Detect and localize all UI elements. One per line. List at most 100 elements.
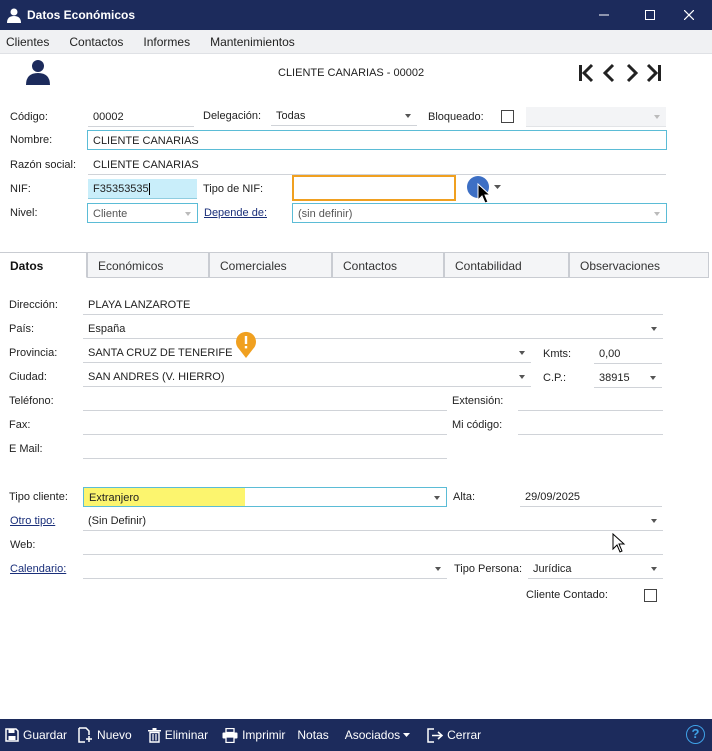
- asociados-button[interactable]: Asociados: [345, 728, 415, 742]
- nivel-label: Nivel:: [10, 207, 38, 219]
- nif-field[interactable]: F35353535: [88, 179, 197, 199]
- provincia-select[interactable]: SANTA CRUZ DE TENERIFE: [83, 343, 531, 363]
- bloqueado-label: Bloqueado:: [428, 111, 484, 123]
- cliente-contado-checkbox[interactable]: [644, 589, 657, 602]
- tipo-persona-select[interactable]: Jurídica: [528, 559, 663, 579]
- otro-tipo-label[interactable]: Otro tipo:: [10, 515, 55, 527]
- guardar-button[interactable]: Guardar: [5, 728, 67, 742]
- mi-codigo-field[interactable]: [518, 415, 663, 435]
- warning-icon: [236, 331, 256, 358]
- provincia-label: Provincia:: [9, 347, 58, 359]
- calendario-label[interactable]: Calendario:: [10, 563, 66, 575]
- telefono-field[interactable]: [83, 391, 447, 411]
- depende-label[interactable]: Depende de:: [204, 207, 267, 219]
- mouse-pointer-icon: [612, 533, 626, 553]
- mouse-pointer-icon: [477, 183, 491, 204]
- razon-social-field[interactable]: CLIENTE CANARIAS: [88, 155, 666, 175]
- next-record-icon[interactable]: [622, 62, 642, 84]
- last-record-icon[interactable]: [644, 62, 664, 84]
- tab-datos[interactable]: Datos: [0, 252, 87, 278]
- bloqueado-checkbox[interactable]: [501, 110, 514, 123]
- close-window-button[interactable]: [666, 0, 712, 30]
- delegacion-select[interactable]: Todas: [271, 106, 417, 126]
- record-title: CLIENTE CANARIAS - 00002: [278, 67, 425, 79]
- cp-label: C.P.:: [543, 372, 567, 384]
- tab-contabilidad[interactable]: Contabilidad: [444, 252, 569, 278]
- pais-select[interactable]: España: [83, 319, 663, 339]
- first-record-icon[interactable]: [576, 62, 596, 84]
- tab-contactos[interactable]: Contactos: [332, 252, 444, 278]
- codigo-label: Código:: [10, 111, 48, 123]
- mi-codigo-label: Mi código:: [452, 419, 503, 431]
- direccion-field[interactable]: PLAYA LANZAROTE: [83, 295, 663, 315]
- extension-label: Extensión:: [452, 395, 504, 407]
- menu-mantenimientos[interactable]: Mantenimientos: [210, 35, 295, 49]
- chevron-down-icon: [403, 733, 411, 737]
- direccion-label: Dirección:: [9, 299, 58, 311]
- depende-select[interactable]: (sin definir): [292, 203, 667, 223]
- eliminar-label: Eliminar: [164, 728, 209, 742]
- kmts-label: Kmts:: [543, 348, 572, 360]
- tipo-cliente-select[interactable]: Extranjero: [83, 487, 447, 507]
- menu-contactos[interactable]: Contactos: [69, 35, 123, 49]
- tipo-persona-label: Tipo Persona:: [454, 563, 523, 575]
- otro-tipo-select[interactable]: (Sin Definir): [83, 511, 663, 531]
- user-icon: [7, 8, 21, 23]
- kmts-field[interactable]: 0,00: [594, 344, 662, 364]
- fax-field[interactable]: [83, 415, 447, 435]
- web-label: Web:: [10, 539, 36, 551]
- web-field[interactable]: [83, 535, 663, 555]
- email-field[interactable]: [83, 439, 447, 459]
- cerrar-button[interactable]: Cerrar: [427, 727, 482, 743]
- title-bar: Datos Económicos: [0, 0, 712, 30]
- asociados-label: Asociados: [344, 728, 401, 742]
- window-title: Datos Económicos: [27, 8, 136, 22]
- help-icon[interactable]: ?: [686, 725, 705, 744]
- minimize-button[interactable]: [581, 0, 627, 30]
- nif-value: F35353535: [93, 183, 149, 195]
- print-icon: [222, 727, 238, 743]
- codigo-field[interactable]: 00002: [88, 107, 194, 127]
- tab-economicos[interactable]: Económicos: [87, 252, 209, 278]
- calendario-select[interactable]: [83, 559, 447, 579]
- nif-label: NIF:: [10, 183, 31, 195]
- tipo-nif-dropdown-icon[interactable]: [494, 184, 502, 190]
- telefono-label: Teléfono:: [9, 395, 54, 407]
- nuevo-label: Nuevo: [97, 728, 132, 742]
- client-avatar-icon: [26, 60, 50, 85]
- guardar-label: Guardar: [23, 728, 68, 742]
- nuevo-button[interactable]: Nuevo: [77, 727, 132, 743]
- tipo-cliente-label: Tipo cliente:: [9, 491, 68, 503]
- imprimir-label: Imprimir: [242, 728, 286, 742]
- cerrar-label: Cerrar: [447, 728, 482, 742]
- delegacion-label: Delegación:: [203, 110, 262, 122]
- bloqueado-reason-select: [526, 107, 666, 127]
- cp-select[interactable]: 38915: [594, 368, 662, 388]
- eliminar-button[interactable]: Eliminar: [147, 727, 209, 743]
- imprimir-button[interactable]: Imprimir: [222, 727, 286, 743]
- nombre-label: Nombre:: [10, 134, 53, 146]
- menu-bar: Clientes Contactos Informes Mantenimient…: [0, 30, 712, 54]
- extension-field[interactable]: [518, 391, 663, 411]
- tipo-nif-field[interactable]: [292, 175, 456, 201]
- tab-observaciones[interactable]: Observaciones: [569, 252, 709, 278]
- nivel-select[interactable]: Cliente: [87, 203, 198, 223]
- delete-icon: [147, 727, 161, 743]
- previous-record-icon[interactable]: [599, 62, 619, 84]
- alta-label: Alta:: [453, 491, 476, 503]
- email-label: E Mail:: [9, 443, 43, 455]
- notas-label: Notas: [297, 728, 329, 742]
- new-icon: [78, 727, 93, 743]
- pais-label: País:: [9, 323, 35, 335]
- menu-clientes[interactable]: Clientes: [6, 35, 49, 49]
- notas-button[interactable]: Notas: [297, 728, 328, 742]
- bottom-toolbar: Guardar Nuevo Eliminar Imprimir Notas As…: [0, 719, 712, 751]
- tab-strip: Datos Económicos Comerciales Contactos C…: [0, 252, 709, 278]
- tab-comerciales[interactable]: Comerciales: [209, 252, 332, 278]
- close-icon: [427, 727, 444, 743]
- menu-informes[interactable]: Informes: [143, 35, 190, 49]
- ciudad-select[interactable]: SAN ANDRES (V. HIERRO): [83, 367, 531, 387]
- alta-field[interactable]: 29/09/2025: [520, 487, 662, 507]
- nombre-field[interactable]: CLIENTE CANARIAS: [87, 130, 667, 150]
- save-icon: [5, 728, 19, 742]
